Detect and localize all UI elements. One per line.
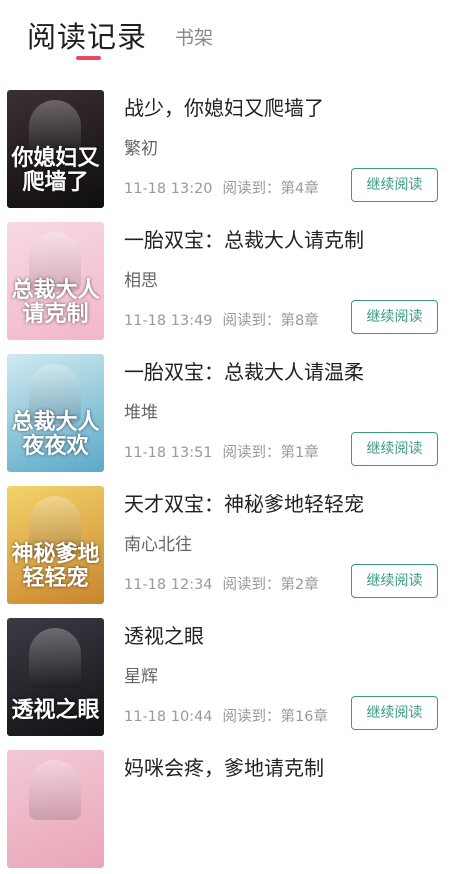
book-title: 一胎双宝：总裁大人请温柔 [124,360,364,384]
progress-chapter: 第2章 [280,577,319,593]
read-progress: 阅读到：第16章 [223,709,328,725]
cover-figure [29,628,81,688]
book-author: 繁初 [124,139,158,159]
progress-prefix: 阅读到： [222,445,281,461]
read-meta: 11-18 13:51 阅读到：第1章 [124,441,319,462]
book-cover[interactable]: 你媳妇又爬墙了 [7,90,104,208]
read-progress: 阅读到：第8章 [223,313,319,329]
book-author: 南心北往 [124,535,192,555]
book-title: 战少，你媳妇又爬墙了 [124,96,324,120]
book-cover[interactable]: 透视之眼 [7,618,104,736]
cover-title: 总裁大人夜夜欢 [11,409,100,459]
read-time: 11-18 13:49 [124,313,213,329]
active-tab-indicator [76,56,101,60]
read-meta: 11-18 13:20 阅读到：第4章 [124,177,319,198]
continue-reading-button[interactable]: 继续阅读 [351,168,438,202]
list-item[interactable]: 透视之眼 透视之眼 星辉 11-18 10:44 阅读到：第16章 继续阅读 [0,610,450,742]
continue-reading-button[interactable]: 继续阅读 [351,300,438,334]
read-time: 11-18 13:20 [124,181,213,197]
read-progress: 阅读到：第4章 [223,181,319,197]
cover-title: 神秘爹地轻轻宠 [11,541,100,591]
list-item[interactable]: 妈咪会疼，爹地请克制 [0,742,450,874]
book-author: 相思 [124,271,158,291]
tab-bar: 阅读记录 书架 [0,0,450,70]
book-cover[interactable]: 总裁大人请克制 [7,222,104,340]
book-title: 透视之眼 [124,624,204,648]
list-item[interactable]: 神秘爹地轻轻宠 天才双宝：神秘爹地轻轻宠 南心北往 11-18 12:34 阅读到… [0,478,450,610]
book-author: 堆堆 [124,403,158,423]
progress-prefix: 阅读到： [222,709,281,725]
progress-prefix: 阅读到： [222,313,281,329]
book-cover[interactable]: 总裁大人夜夜欢 [7,354,104,472]
read-progress: 阅读到：第1章 [223,445,319,461]
progress-chapter: 第16章 [280,709,328,725]
list-item[interactable]: 你媳妇又爬墙了 战少，你媳妇又爬墙了 繁初 11-18 13:20 阅读到：第4章… [0,82,450,214]
tab-bookshelf[interactable]: 书架 [175,23,213,50]
book-cover[interactable] [7,750,104,868]
progress-chapter: 第8章 [280,313,319,329]
progress-prefix: 阅读到： [222,577,281,593]
progress-prefix: 阅读到： [222,181,281,197]
read-progress: 阅读到：第2章 [223,577,319,593]
read-time: 11-18 10:44 [124,709,213,725]
continue-reading-button[interactable]: 继续阅读 [351,432,438,466]
cover-figure [29,760,81,820]
read-meta: 11-18 13:49 阅读到：第8章 [124,309,319,330]
read-meta: 11-18 10:44 阅读到：第16章 [124,705,328,726]
cover-title: 你媳妇又爬墙了 [11,145,100,195]
read-time: 11-18 13:51 [124,445,213,461]
book-title: 一胎双宝：总裁大人请克制 [124,228,364,252]
continue-reading-button[interactable]: 继续阅读 [351,696,438,730]
reading-history-list: 你媳妇又爬墙了 战少，你媳妇又爬墙了 繁初 11-18 13:20 阅读到：第4章… [0,82,450,874]
read-meta: 11-18 12:34 阅读到：第2章 [124,573,319,594]
progress-chapter: 第4章 [280,181,319,197]
list-item[interactable]: 总裁大人夜夜欢 一胎双宝：总裁大人请温柔 堆堆 11-18 13:51 阅读到：第… [0,346,450,478]
book-author: 星辉 [124,667,158,687]
book-cover[interactable]: 神秘爹地轻轻宠 [7,486,104,604]
continue-reading-button[interactable]: 继续阅读 [351,564,438,598]
list-item[interactable]: 总裁大人请克制 一胎双宝：总裁大人请克制 相思 11-18 13:49 阅读到：第… [0,214,450,346]
book-title: 天才双宝：神秘爹地轻轻宠 [124,492,364,516]
tab-reading-history[interactable]: 阅读记录 [27,14,147,56]
progress-chapter: 第1章 [280,445,319,461]
book-title: 妈咪会疼，爹地请克制 [124,756,324,780]
read-time: 11-18 12:34 [124,577,213,593]
cover-title: 透视之眼 [11,697,100,723]
cover-title: 总裁大人请克制 [11,277,100,327]
